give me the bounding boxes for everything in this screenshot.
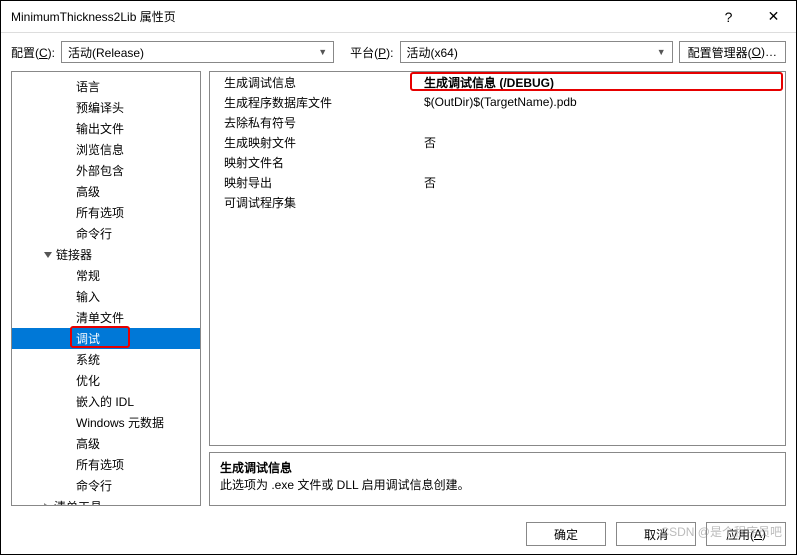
tree-expand-icon	[44, 503, 50, 507]
tree-item[interactable]: 命令行	[12, 475, 200, 496]
property-name: 映射导出	[210, 174, 410, 191]
window-title: MinimumThickness2Lib 属性页	[11, 8, 706, 25]
tree-item-label: 高级	[76, 435, 100, 452]
property-row[interactable]: 映射文件名	[210, 152, 785, 172]
tree-item-label: 浏览信息	[76, 141, 124, 158]
tree-item[interactable]: 所有选项	[12, 454, 200, 475]
tree-item-label: Windows 元数据	[76, 414, 164, 431]
tree-item-label: 常规	[76, 267, 100, 284]
tree-item[interactable]: 系统	[12, 349, 200, 370]
property-name: 生成程序数据库文件	[210, 94, 410, 111]
property-name: 去除私有符号	[210, 114, 410, 131]
tree-item[interactable]: 清单工具	[12, 496, 200, 506]
chevron-down-icon: ▼	[318, 47, 327, 57]
config-label: 配置(C):	[11, 44, 55, 61]
tree-item-label: 链接器	[56, 246, 92, 263]
tree-item-label: 系统	[76, 351, 100, 368]
platform-label: 平台(P):	[350, 44, 393, 61]
tree-item-label: 预编译头	[76, 99, 124, 116]
tree-item[interactable]: 高级	[12, 181, 200, 202]
property-row[interactable]: 生成程序数据库文件$(OutDir)$(TargetName).pdb	[210, 92, 785, 112]
tree-item-label: 所有选项	[76, 204, 124, 221]
tree-item-label: 调试	[76, 330, 100, 347]
tree-item[interactable]: 输入	[12, 286, 200, 307]
tree-item-label: 优化	[76, 372, 100, 389]
tree-item[interactable]: 命令行	[12, 223, 200, 244]
property-name: 生成映射文件	[210, 134, 410, 151]
close-button[interactable]: ✕	[751, 1, 796, 33]
tree-item-label: 语言	[76, 78, 100, 95]
tree-expand-icon	[44, 252, 52, 258]
tree-item[interactable]: 浏览信息	[12, 139, 200, 160]
property-row[interactable]: 映射导出否	[210, 172, 785, 192]
body: 语言预编译头输出文件浏览信息外部包含高级所有选项命令行链接器常规输入清单文件调试…	[1, 71, 796, 514]
tree-item[interactable]: Windows 元数据	[12, 412, 200, 433]
tree-item[interactable]: 高级	[12, 433, 200, 454]
tree-item[interactable]: 清单文件	[12, 307, 200, 328]
tree-item[interactable]: 语言	[12, 76, 200, 97]
chevron-down-icon: ▼	[657, 47, 666, 57]
tree-item[interactable]: 预编译头	[12, 97, 200, 118]
tree-item[interactable]: 输出文件	[12, 118, 200, 139]
tree-item[interactable]: 所有选项	[12, 202, 200, 223]
property-name: 生成调试信息	[210, 74, 410, 91]
tree-item[interactable]: 调试	[12, 328, 200, 349]
config-manager-button[interactable]: 配置管理器(O)…	[679, 41, 786, 63]
right-pane: 生成调试信息生成调试信息 (/DEBUG)生成程序数据库文件$(OutDir)$…	[209, 71, 786, 506]
help-button[interactable]: ?	[706, 1, 751, 33]
property-value[interactable]: $(OutDir)$(TargetName).pdb	[410, 95, 785, 109]
ok-button[interactable]: 确定	[526, 522, 606, 546]
description-text: 此选项为 .exe 文件或 DLL 启用调试信息创建。	[220, 476, 775, 493]
tree-item-label: 命令行	[76, 477, 112, 494]
property-value[interactable]: 否	[410, 134, 785, 151]
tree-item-label: 输出文件	[76, 120, 124, 137]
config-combo-value: 活动(Release)	[68, 44, 144, 61]
tree-item-label: 高级	[76, 183, 100, 200]
tree-item[interactable]: 链接器	[12, 244, 200, 265]
watermark: CSDN @是个程序员吧	[660, 523, 782, 540]
tree-item-label: 外部包含	[76, 162, 124, 179]
tree-item-label: 清单工具	[54, 498, 102, 506]
platform-combo[interactable]: 活动(x64) ▼	[400, 41, 673, 63]
dialog: MinimumThickness2Lib 属性页 ? ✕ 配置(C): 活动(R…	[0, 0, 797, 555]
property-row[interactable]: 去除私有符号	[210, 112, 785, 132]
tree-view[interactable]: 语言预编译头输出文件浏览信息外部包含高级所有选项命令行链接器常规输入清单文件调试…	[11, 71, 201, 506]
description-box: 生成调试信息 此选项为 .exe 文件或 DLL 启用调试信息创建。	[209, 452, 786, 506]
tree-item[interactable]: 优化	[12, 370, 200, 391]
property-name: 映射文件名	[210, 154, 410, 171]
platform-combo-value: 活动(x64)	[407, 44, 458, 61]
tree-item-label: 所有选项	[76, 456, 124, 473]
property-grid[interactable]: 生成调试信息生成调试信息 (/DEBUG)生成程序数据库文件$(OutDir)$…	[209, 71, 786, 446]
titlebar: MinimumThickness2Lib 属性页 ? ✕	[1, 1, 796, 33]
tree-item[interactable]: 嵌入的 IDL	[12, 391, 200, 412]
property-row[interactable]: 生成映射文件否	[210, 132, 785, 152]
property-name: 可调试程序集	[210, 194, 410, 211]
config-combo[interactable]: 活动(Release) ▼	[61, 41, 334, 63]
tree-item[interactable]: 外部包含	[12, 160, 200, 181]
tree-item-label: 输入	[76, 288, 100, 305]
config-row: 配置(C): 活动(Release) ▼ 平台(P): 活动(x64) ▼ 配置…	[1, 33, 796, 71]
property-value[interactable]: 否	[410, 174, 785, 191]
property-row[interactable]: 生成调试信息生成调试信息 (/DEBUG)	[210, 72, 785, 92]
property-row[interactable]: 可调试程序集	[210, 192, 785, 212]
tree-item-label: 清单文件	[76, 309, 124, 326]
property-value[interactable]: 生成调试信息 (/DEBUG)	[410, 74, 785, 91]
tree-item-label: 命令行	[76, 225, 112, 242]
tree-item-label: 嵌入的 IDL	[76, 393, 134, 410]
tree-item[interactable]: 常规	[12, 265, 200, 286]
description-title: 生成调试信息	[220, 459, 775, 476]
